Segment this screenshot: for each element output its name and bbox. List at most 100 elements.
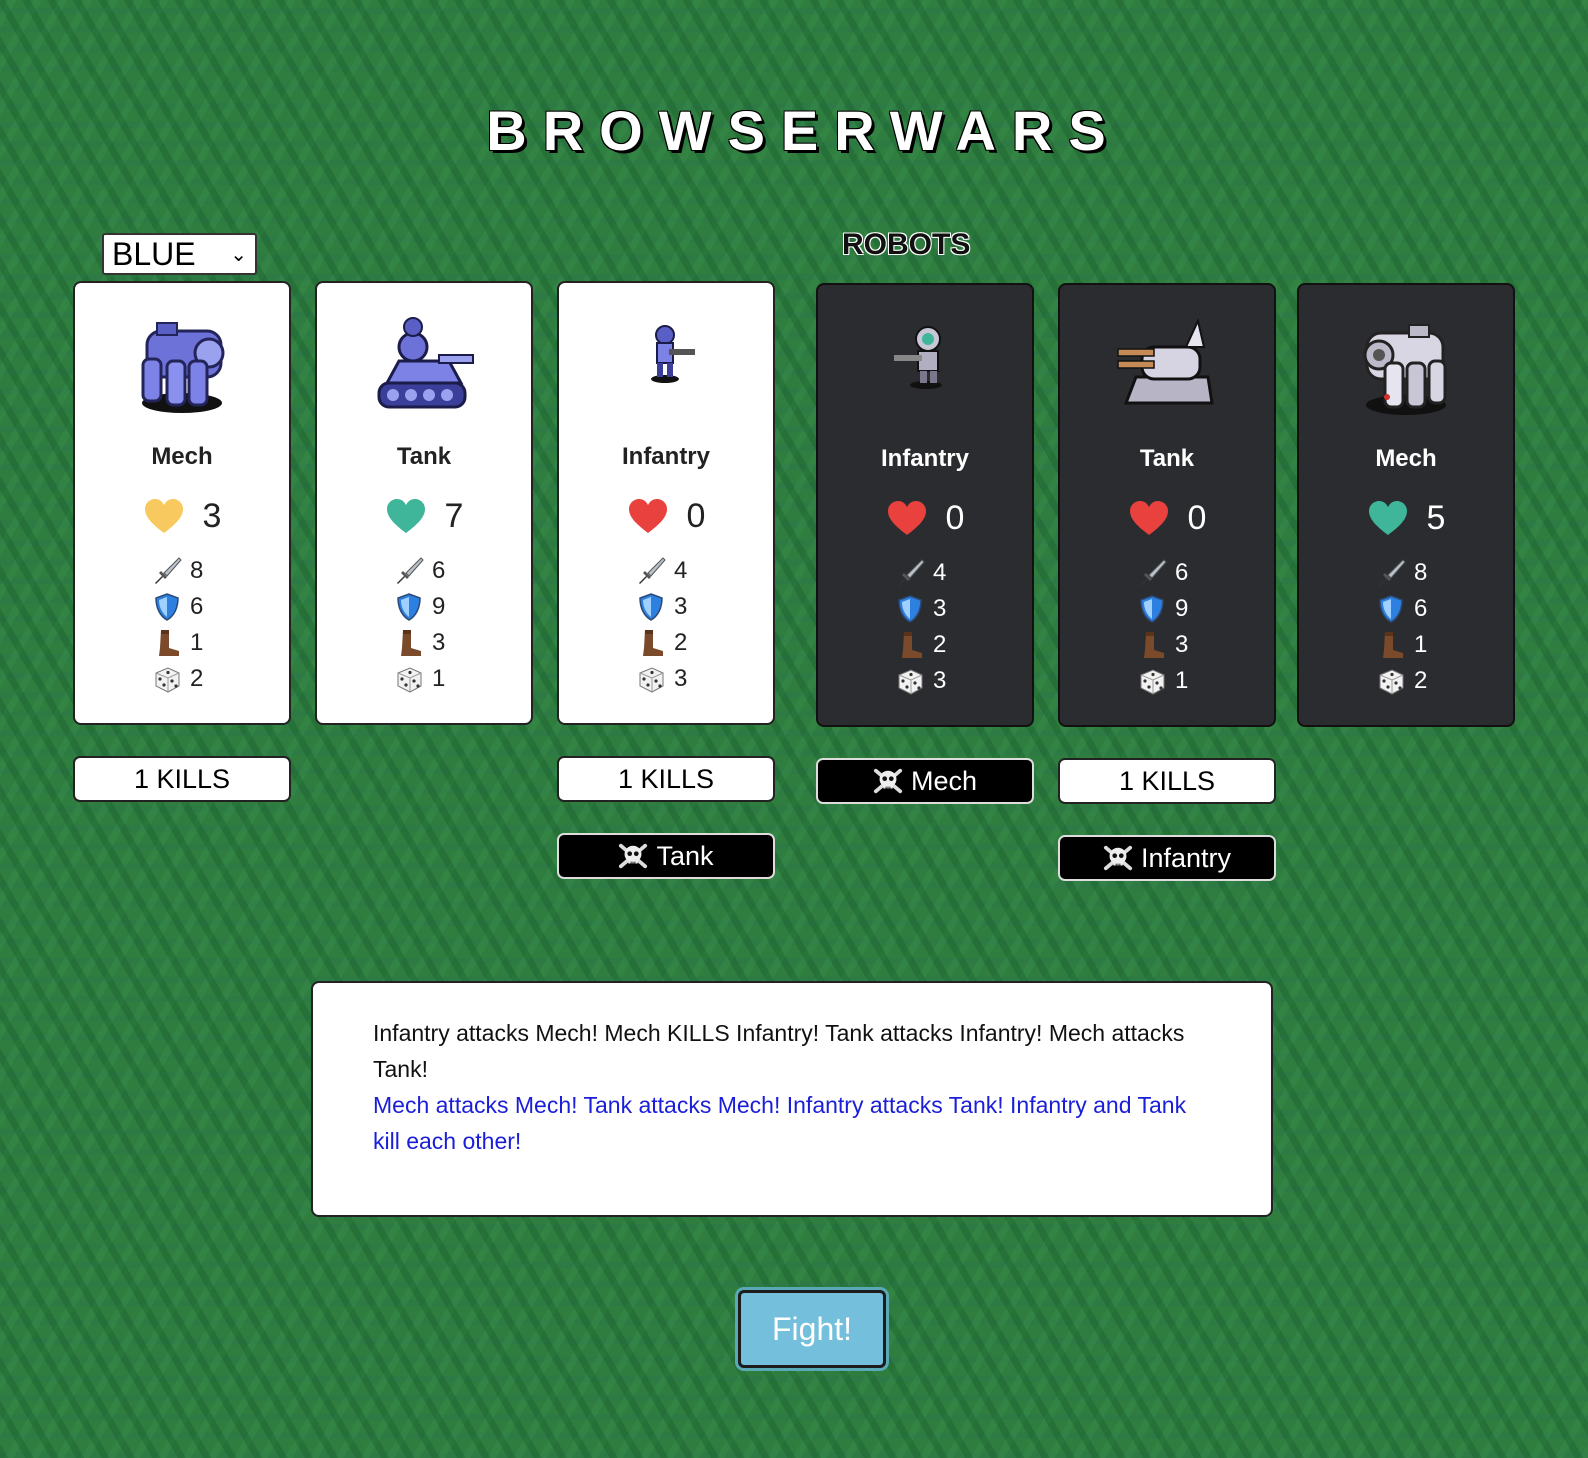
unit-stats: 6 9 3 1 [1060, 555, 1274, 699]
sword-icon [636, 556, 666, 586]
hp-value: 7 [444, 497, 464, 535]
boot-icon [152, 628, 182, 658]
dice-icon [1376, 666, 1406, 696]
unit-stats: 4 3 2 3 [559, 553, 773, 697]
unit-name: Mech [1375, 445, 1437, 472]
blue-mech-sprite [141, 322, 225, 413]
attack-value: 6 [1175, 559, 1189, 586]
attack-value: 4 [674, 557, 688, 584]
shield-icon [394, 592, 424, 622]
unit-name: Infantry [621, 443, 710, 470]
dice-icon [394, 664, 424, 694]
game-title: BROWSERWARS [486, 99, 1122, 162]
blue-tank-sprite [377, 317, 474, 409]
killed-by-label: Infantry [1140, 842, 1232, 873]
luck-value: 3 [674, 665, 688, 692]
hp-value: 5 [1426, 499, 1446, 537]
unit-stats: 4 3 2 3 [818, 555, 1032, 699]
defense-value: 9 [432, 593, 446, 620]
unit-name: Tank [396, 443, 452, 470]
dice-icon [152, 664, 182, 694]
hp-value: 3 [202, 497, 222, 535]
unit-name: Tank [1139, 445, 1195, 472]
kills-badge: 1 KILLS [557, 756, 775, 802]
heart-icon [1367, 501, 1409, 537]
fight-button[interactable]: Fight! [738, 1290, 886, 1368]
hp-row: 0 [818, 499, 1032, 538]
move-value: 2 [933, 631, 947, 658]
defense-value: 3 [674, 593, 688, 620]
luck-value: 2 [190, 665, 204, 692]
unit-stats: 8 6 1 2 [75, 553, 289, 697]
shield-icon [152, 592, 182, 622]
luck-value: 2 [1414, 667, 1428, 694]
log-line: Infantry attacks Mech! Mech KILLS Infant… [373, 1020, 1185, 1082]
unit-stats: 6 9 3 1 [317, 553, 531, 697]
luck-value: 3 [933, 667, 947, 694]
unit-name: Mech [151, 443, 213, 470]
heart-icon [627, 499, 669, 535]
robot-unit-card-infantry: Infantry 0 4 3 2 3 [816, 283, 1034, 727]
heart-icon [385, 499, 427, 535]
unit-name: Infantry [880, 445, 969, 472]
boot-icon [1376, 630, 1406, 660]
shield-icon [1137, 594, 1167, 624]
team-select-value: BLUE [112, 235, 196, 272]
skull-crossbones-icon [873, 766, 903, 796]
log-line-highlight: Mech attacks Mech! Tank attacks Mech! In… [373, 1092, 1187, 1154]
heart-icon [143, 499, 185, 535]
player-unit-card-infantry: Infantry 0 4 3 2 3 [557, 281, 775, 725]
robot-mech-sprite [1363, 324, 1447, 415]
luck-value: 1 [1175, 667, 1189, 694]
move-value: 3 [1175, 631, 1189, 658]
dice-icon [1137, 666, 1167, 696]
dice-icon [636, 664, 666, 694]
attack-value: 8 [1414, 559, 1428, 586]
move-value: 3 [432, 629, 446, 656]
hp-value: 0 [686, 497, 706, 535]
hp-value: 0 [945, 499, 965, 537]
sword-icon [895, 558, 925, 588]
chevron-down-icon: ⌄ [230, 243, 247, 266]
attack-value: 4 [933, 559, 947, 586]
killed-by-badge: Tank [557, 833, 775, 879]
luck-value: 1 [432, 665, 446, 692]
heart-icon [886, 501, 928, 537]
attack-value: 8 [190, 557, 204, 584]
hp-value: 0 [1187, 499, 1207, 537]
hp-row: 3 [75, 497, 289, 536]
killed-by-badge: Mech [816, 758, 1034, 804]
defense-value: 9 [1175, 595, 1189, 622]
killed-by-label: Tank [656, 840, 714, 871]
hp-row: 0 [559, 497, 773, 536]
hp-row: 5 [1299, 499, 1513, 538]
battle-log: Infantry attacks Mech! Mech KILLS Infant… [311, 981, 1273, 1217]
unit-stats: 8 6 1 2 [1299, 555, 1513, 699]
hp-row: 0 [1060, 499, 1274, 538]
team-select[interactable]: BLUE ⌄ [102, 233, 257, 275]
hp-row: 7 [317, 497, 531, 536]
boot-icon [394, 628, 424, 658]
shield-icon [1376, 594, 1406, 624]
shield-icon [636, 592, 666, 622]
shield-icon [895, 594, 925, 624]
robot-tank-sprite [1117, 317, 1214, 405]
move-value: 2 [674, 629, 688, 656]
player-unit-card-mech: Mech 3 8 6 1 2 [73, 281, 291, 725]
sword-icon [394, 556, 424, 586]
heart-icon [1128, 501, 1170, 537]
skull-crossbones-icon [1103, 843, 1133, 873]
skull-crossbones-icon [618, 841, 648, 871]
defense-value: 6 [190, 593, 204, 620]
robots-team-label: ROBOTS [842, 228, 971, 261]
player-unit-card-tank: Tank 7 6 9 3 1 [315, 281, 533, 725]
boot-icon [895, 630, 925, 660]
defense-value: 6 [1414, 595, 1428, 622]
defense-value: 3 [933, 595, 947, 622]
boot-icon [636, 628, 666, 658]
kills-badge: 1 KILLS [1058, 758, 1276, 804]
robot-unit-card-tank: Tank 0 6 9 3 1 [1058, 283, 1276, 727]
kills-badge: 1 KILLS [73, 756, 291, 802]
sword-icon [152, 556, 182, 586]
sword-icon [1137, 558, 1167, 588]
